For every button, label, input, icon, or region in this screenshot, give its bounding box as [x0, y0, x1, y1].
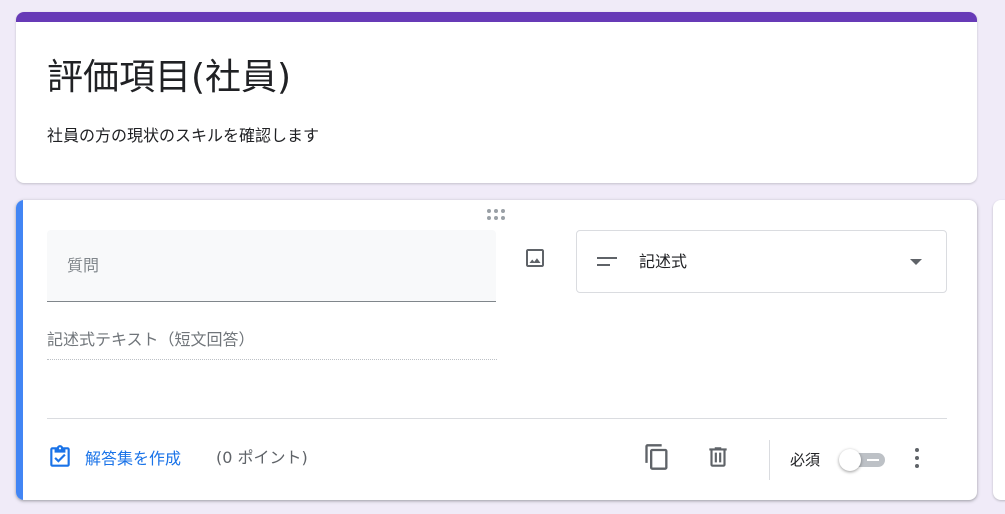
- toggle-thumb: [839, 449, 861, 471]
- answer-preview-hint: 記述式テキスト（短文回答）: [47, 328, 497, 360]
- dropdown-arrow-icon: [910, 259, 922, 265]
- trash-icon: [709, 447, 727, 467]
- footer-vertical-divider: [769, 440, 770, 480]
- card-footer-divider: [47, 418, 947, 419]
- floating-toolbar-edge: [993, 200, 1005, 500]
- answer-key-button[interactable]: 解答集を作成: [47, 443, 181, 471]
- question-title-field[interactable]: [47, 230, 496, 302]
- short-answer-icon: [597, 254, 619, 270]
- required-label: 必須: [790, 451, 821, 469]
- form-description[interactable]: 社員の方の現状のスキルを確認します: [47, 125, 319, 147]
- duplicate-button[interactable]: [641, 441, 673, 473]
- image-icon: [526, 249, 544, 267]
- answer-key-label: 解答集を作成: [85, 449, 182, 468]
- required-toggle[interactable]: [839, 449, 887, 471]
- active-card-indicator: [16, 200, 23, 500]
- add-image-button[interactable]: [521, 244, 549, 272]
- question-type-dropdown[interactable]: 記述式: [576, 230, 947, 293]
- form-title-card[interactable]: 評価項目(社員) 社員の方の現状のスキルを確認します: [16, 12, 977, 183]
- more-options-button[interactable]: [905, 444, 929, 476]
- points-label: (0 ポイント): [216, 448, 308, 467]
- title-card-accent: [16, 12, 977, 22]
- question-title-input[interactable]: [47, 230, 496, 301]
- question-card[interactable]: 記述式 記述式テキスト（短文回答） 解答集を作成 (0 ポイント) 必須: [16, 200, 977, 500]
- copy-icon: [645, 444, 668, 470]
- drag-handle-icon[interactable]: [487, 209, 507, 221]
- delete-button[interactable]: [702, 441, 734, 473]
- checkbox-clipboard-icon: [50, 445, 70, 467]
- form-title[interactable]: 評価項目(社員): [47, 56, 291, 100]
- question-type-label: 記述式: [639, 252, 688, 271]
- form-editor: 評価項目(社員) 社員の方の現状のスキルを確認します 記述式 記述式テキスト（短…: [0, 0, 1005, 514]
